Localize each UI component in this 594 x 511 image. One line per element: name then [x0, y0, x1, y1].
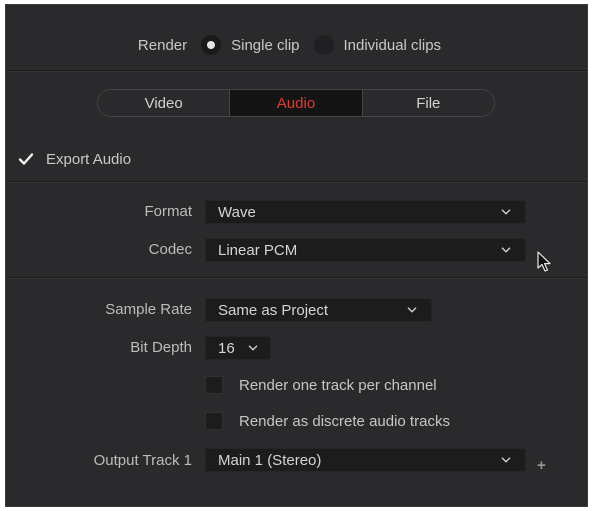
add-track-button[interactable]: + — [537, 457, 546, 474]
individual-clips-radio[interactable] — [313, 35, 334, 55]
sample-rate-label: Sample Rate — [105, 301, 192, 318]
mouse-pointer-icon — [537, 251, 551, 272]
export-audio-label: Export Audio — [46, 150, 132, 168]
output-track-label: Output Track 1 — [93, 452, 192, 469]
one-track-per-channel-row[interactable]: Render one track per channel — [205, 374, 437, 396]
individual-clips-label[interactable]: Individual clips — [344, 37, 442, 54]
bit-depth-dropdown[interactable]: 16 — [205, 336, 271, 360]
settings-tabs: Video Audio File — [97, 89, 495, 117]
divider — [6, 277, 587, 279]
chevron-down-icon — [501, 247, 511, 253]
tab-video[interactable]: Video — [98, 90, 231, 116]
discrete-tracks-label: Render as discrete audio tracks — [239, 412, 450, 430]
render-mode-row: Render Single clip Individual clips — [6, 29, 587, 61]
tab-file[interactable]: File — [362, 90, 494, 116]
output-track-dropdown[interactable]: Main 1 (Stereo) — [205, 448, 526, 472]
export-audio-checkbox[interactable] — [18, 151, 34, 167]
codec-value: Linear PCM — [218, 241, 298, 259]
codec-label: Codec — [148, 241, 192, 258]
single-clip-label[interactable]: Single clip — [231, 37, 299, 54]
discrete-tracks-checkbox[interactable] — [205, 412, 223, 430]
divider — [6, 70, 587, 72]
format-dropdown[interactable]: Wave — [205, 200, 526, 224]
checkmark-icon — [18, 153, 34, 165]
chevron-down-icon — [248, 345, 258, 351]
format-value: Wave — [218, 203, 256, 221]
render-settings-panel: Render Single clip Individual clips Vide… — [5, 4, 588, 507]
chevron-down-icon — [501, 457, 511, 463]
render-label: Render — [137, 36, 188, 54]
codec-dropdown[interactable]: Linear PCM — [205, 238, 526, 262]
sample-rate-value: Same as Project — [218, 301, 329, 319]
sample-rate-dropdown[interactable]: Same as Project — [205, 298, 432, 322]
bit-depth-value: 16 — [218, 339, 235, 357]
chevron-down-icon — [407, 307, 417, 313]
bit-depth-label: Bit Depth — [130, 339, 192, 356]
discrete-tracks-row[interactable]: Render as discrete audio tracks — [205, 410, 450, 432]
one-track-per-channel-checkbox[interactable] — [205, 376, 223, 394]
divider — [6, 181, 587, 183]
format-label: Format — [144, 203, 192, 220]
one-track-per-channel-label: Render one track per channel — [239, 376, 437, 394]
tab-audio[interactable]: Audio — [230, 90, 363, 116]
single-clip-radio[interactable] — [201, 35, 222, 55]
export-audio-row[interactable]: Export Audio — [18, 148, 131, 170]
chevron-down-icon — [501, 209, 511, 215]
output-track-value: Main 1 (Stereo) — [218, 451, 322, 469]
